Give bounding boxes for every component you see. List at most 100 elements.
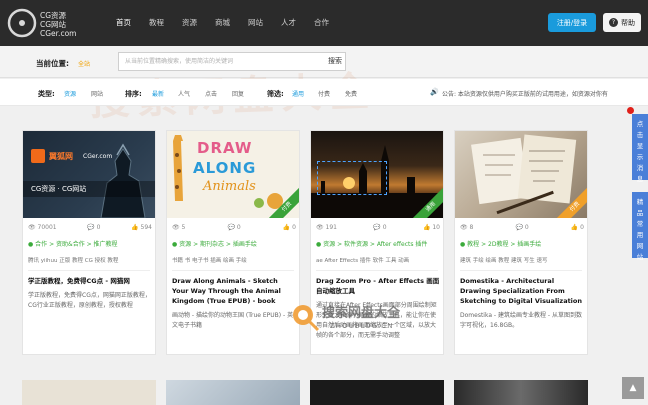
resource-card[interactable]: 付费 👁 8 💬 0 👍 0 ● 教程 > 2D教程 > 插画手绘 建筑 手绘 …: [454, 130, 588, 355]
type-option-resources[interactable]: 资源: [64, 89, 76, 98]
comments-count: 💬 0: [227, 224, 241, 231]
location-label: 当前位置:: [36, 59, 69, 68]
views-count: 👁 191: [316, 224, 337, 231]
thumb-caption: CG资源 · CG网站: [31, 185, 87, 193]
card-thumbnail[interactable]: DRAW ALONG Animals 付费: [167, 131, 299, 218]
show-messages-tab[interactable]: 点击显示消息: [632, 114, 648, 183]
location-value[interactable]: 全站: [78, 59, 90, 68]
category-dot-icon: ●: [316, 241, 322, 248]
screen-filter-label: 筛选:: [267, 90, 284, 98]
card-category[interactable]: ● 资源 > 期刊杂志 > 插画手绘: [172, 239, 257, 248]
card-stats: 👁 191 💬 0 👍 10: [316, 224, 440, 231]
favorite-sites-tab[interactable]: 精品常用网站: [632, 192, 648, 261]
card-stats: 👁 70001 💬 0 👍 594: [28, 224, 152, 231]
nav-talent[interactable]: 人才: [281, 17, 296, 28]
main-nav: 首页 教程 资源 商城 网站 人才 合作: [116, 17, 347, 28]
sketchbook-icon: [471, 134, 577, 215]
nav-resources[interactable]: 资源: [182, 17, 197, 28]
comments-count: 💬 0: [87, 224, 101, 231]
card-title[interactable]: 学正版教程，免费得CG点 - 网猫网: [28, 276, 152, 286]
login-register-button[interactable]: 注册/登录: [548, 13, 596, 32]
filter-bar: 类型: 资源 网站 排序: 最新 人气 点击 回复 筛选: 通用 付费 免费 🔊…: [0, 79, 648, 106]
card-stats: 👁 8 💬 0 👍 0: [460, 224, 584, 231]
card-thumbnail[interactable]: 通用: [311, 131, 443, 218]
cg-logo-icon[interactable]: [6, 7, 38, 39]
sort-option-clicks[interactable]: 点击: [205, 89, 217, 98]
card-category[interactable]: ● 合作 > 资助&合作 > 推广教程: [28, 239, 118, 248]
category-dot-icon: ●: [172, 241, 178, 248]
comments-count: 💬 0: [515, 224, 529, 231]
top-header: CG资源 CG网站 CGer.com 首页 教程 资源 商城 网站 人才 合作 …: [0, 0, 648, 46]
card-title[interactable]: Drag Zoom Pro - After Effects 画面自动缩放工具: [316, 276, 440, 296]
card-description: 画动物 - 描绘你的动物王国 (True EPUB) - 英文电子书籍: [172, 312, 294, 329]
card-thumbnail-row2[interactable]: [310, 380, 444, 405]
card-description: 学正版教程，免费得CG点，网猫网正版教程，CG行业正版教程，原创教程，授权教程: [28, 292, 151, 309]
screen-option-paid[interactable]: 付费: [318, 89, 330, 98]
card-divider: [172, 270, 294, 271]
likes-count: 👍 10: [422, 224, 440, 231]
card-divider: [460, 270, 582, 271]
resource-card[interactable]: DRAW ALONG Animals 付费 👁 5 💬 0 👍 0 ● 资源 >…: [166, 130, 300, 355]
search-box: 搜索: [118, 52, 346, 71]
sort-option-replies[interactable]: 回复: [232, 89, 244, 98]
category-dot-icon: ●: [28, 241, 34, 248]
type-option-websites[interactable]: 网站: [91, 89, 103, 98]
resource-card[interactable]: 翼狐网 CGer.com CG资源 · CG网站 👁 70001 💬 0 👍 5…: [22, 130, 156, 355]
likes-count: 👍 0: [570, 224, 584, 231]
card-description: 通过直接在After Effects画面部分周围绘制矩形来放大和缩小画面的缩放工…: [316, 302, 437, 339]
resource-card[interactable]: 通用 👁 191 💬 0 👍 10 ● 资源 > 软件资源 > After ef…: [310, 130, 444, 355]
search-input[interactable]: [125, 53, 315, 70]
search-button[interactable]: 搜索: [328, 56, 342, 66]
card-tags[interactable]: 腾讯 yiihuu 正版 教程 CG 授权 教程: [28, 256, 154, 264]
views-count: 👁 8: [460, 224, 474, 231]
yiihuu-logo-icon: [31, 149, 45, 163]
sort-option-latest[interactable]: 最新: [152, 89, 164, 98]
sort-filter-label: 排序:: [125, 90, 142, 98]
card-thumbnail[interactable]: 付费: [455, 131, 587, 218]
question-icon: ?: [609, 18, 618, 27]
announcement-text[interactable]: 公告: 本站资源仅供用户购买正版前的试用用途，如资源对你有: [442, 89, 608, 98]
nav-tutorials[interactable]: 教程: [149, 17, 164, 28]
type-filter-label: 类型:: [38, 90, 55, 98]
logo-text[interactable]: CG资源 CG网站 CGer.com: [40, 11, 76, 38]
thumb-title-line3: Animals: [203, 179, 256, 194]
help-label: 帮助: [621, 18, 635, 27]
card-thumbnail[interactable]: 翼狐网 CGer.com CG资源 · CG网站: [23, 131, 155, 218]
card-tags[interactable]: 建筑 手绘 绘画 教程 建筑 写生 速写: [460, 256, 586, 264]
card-title[interactable]: Draw Along Animals - Sketch Your Way Thr…: [172, 276, 296, 306]
card-thumbnail-row2[interactable]: [166, 380, 300, 405]
thumb-title-line2: ALONG: [193, 159, 257, 177]
views-count: 👁 70001: [28, 224, 57, 231]
sort-option-popular[interactable]: 人气: [178, 89, 190, 98]
logo-line1: CG资源: [40, 11, 67, 20]
card-divider: [28, 270, 150, 271]
back-to-top-button[interactable]: ▲: [622, 377, 644, 399]
nav-cooperation[interactable]: 合作: [314, 17, 329, 28]
logo-line3: CGer.com: [40, 29, 77, 38]
nav-home[interactable]: 首页: [116, 17, 131, 28]
card-title[interactable]: Domestika - Architectural Drawing Specia…: [460, 276, 584, 306]
card-tags[interactable]: 书籍 书 电子书 插画 绘画 手绘: [172, 256, 298, 264]
screen-option-free[interactable]: 免费: [345, 89, 357, 98]
nav-websites[interactable]: 网站: [248, 17, 263, 28]
card-tags[interactable]: ae After Effects 插件 软件 工具 动画: [316, 256, 442, 264]
likes-count: 👍 594: [131, 224, 152, 231]
card-stats: 👁 5 💬 0 👍 0: [172, 224, 296, 231]
nav-store[interactable]: 商城: [215, 17, 230, 28]
card-category[interactable]: ● 教程 > 2D教程 > 插画手绘: [460, 239, 541, 248]
category-dot-icon: ●: [460, 241, 466, 248]
card-divider: [316, 270, 438, 271]
logo-line2: CG网站: [40, 20, 67, 29]
character-figure-icon: [100, 143, 146, 218]
card-thumbnail-row2[interactable]: [454, 380, 588, 405]
card-category[interactable]: ● 资源 > 软件资源 > After effects 插件: [316, 239, 427, 248]
card-thumbnail-row2[interactable]: [22, 380, 156, 405]
thumb-title-line1: DRAW: [197, 139, 253, 157]
likes-count: 👍 0: [282, 224, 296, 231]
screen-option-general[interactable]: 通用: [292, 89, 304, 98]
views-count: 👁 5: [172, 224, 186, 231]
help-button[interactable]: ? 帮助: [603, 13, 641, 32]
speaker-icon: 🔊: [430, 88, 439, 96]
thumb-brand: 翼狐网: [49, 151, 73, 161]
zoom-selection-box: [317, 161, 387, 195]
